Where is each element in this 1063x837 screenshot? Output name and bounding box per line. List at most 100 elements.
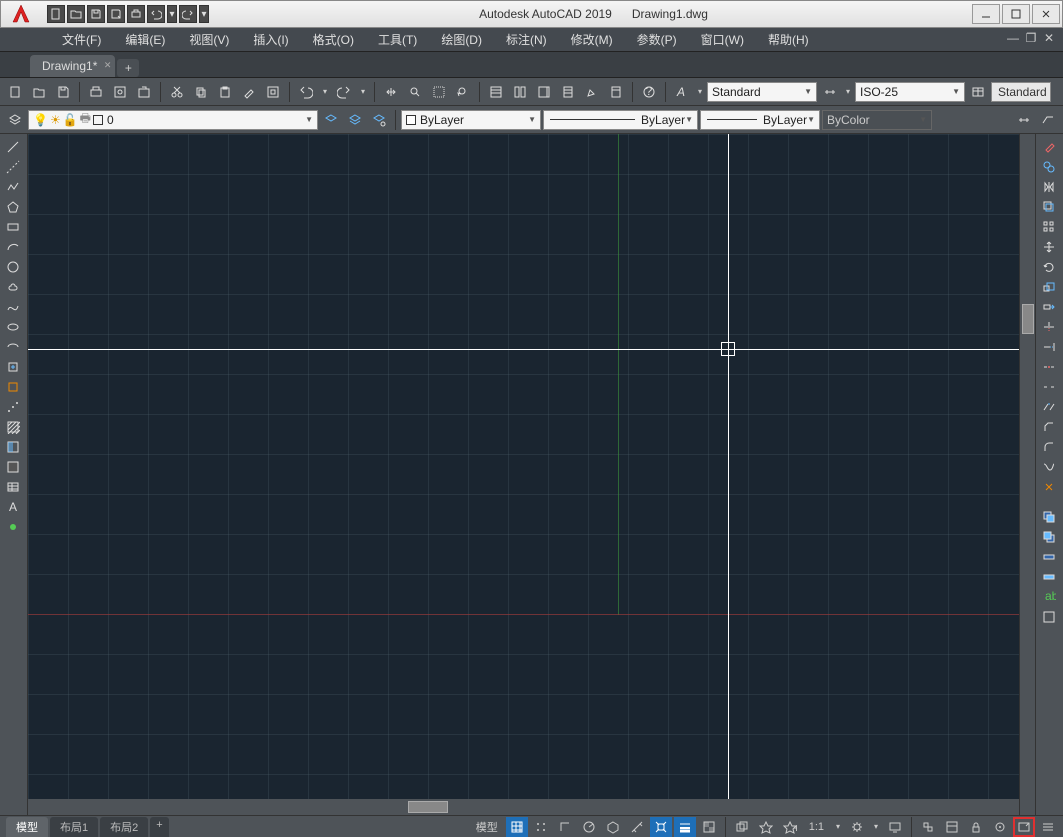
open-icon[interactable] — [28, 81, 50, 103]
plot-style-select[interactable]: ByColor ▼ — [822, 110, 932, 130]
minimize-button[interactable] — [972, 4, 1000, 24]
stretch-icon[interactable] — [1038, 298, 1060, 316]
dim-style-select[interactable]: ISO-25▼ — [855, 82, 965, 102]
close-button[interactable] — [1032, 4, 1060, 24]
fillet-icon[interactable] — [1038, 438, 1060, 456]
text-style-icon[interactable]: A — [671, 81, 693, 103]
quickcalc-icon[interactable] — [605, 81, 627, 103]
text-front-icon[interactable]: abc — [1038, 588, 1060, 606]
sheet-set-icon[interactable] — [557, 81, 579, 103]
menu-tools[interactable]: 工具(T) — [366, 28, 429, 52]
plot-icon[interactable] — [85, 81, 107, 103]
snap-toggle-icon[interactable] — [530, 817, 552, 837]
polygon-icon[interactable] — [2, 198, 24, 216]
annotation-monitor-icon[interactable] — [884, 817, 906, 837]
preview-icon[interactable] — [109, 81, 131, 103]
workspace-dropdown-icon[interactable]: ▾ — [870, 817, 882, 837]
region-icon[interactable] — [2, 458, 24, 476]
zoom-previous-icon[interactable] — [452, 81, 474, 103]
join-icon[interactable] — [1038, 398, 1060, 416]
erase-icon[interactable] — [1038, 138, 1060, 156]
annotation-toggle-icon[interactable] — [755, 817, 777, 837]
cycling-icon[interactable] — [731, 817, 753, 837]
arc-icon[interactable] — [2, 238, 24, 256]
polar-toggle-icon[interactable] — [578, 817, 600, 837]
osnap-toggle-icon[interactable] — [650, 817, 672, 837]
break-point-icon[interactable] — [1038, 358, 1060, 376]
doc-close-icon[interactable]: ✕ — [1041, 30, 1057, 46]
array-icon[interactable] — [1038, 218, 1060, 236]
polyline-icon[interactable] — [2, 178, 24, 196]
qat-saveas-icon[interactable] — [107, 5, 125, 23]
hatch-icon[interactable] — [2, 418, 24, 436]
doc-restore-icon[interactable]: ❐ — [1023, 30, 1039, 46]
properties-icon[interactable] — [485, 81, 507, 103]
quick-properties-icon[interactable] — [941, 817, 963, 837]
paste-icon[interactable] — [214, 81, 236, 103]
isodraft-icon[interactable] — [602, 817, 624, 837]
isolate-objects-icon[interactable] — [989, 817, 1011, 837]
new-icon[interactable] — [4, 81, 26, 103]
lineweight-select[interactable]: ByLayer ▼ — [700, 110, 820, 130]
qat-undo-dropdown-icon[interactable]: ▾ — [167, 5, 177, 23]
mtext-icon[interactable]: A — [2, 498, 24, 516]
copy-icon[interactable] — [190, 81, 212, 103]
ellipse-icon[interactable] — [2, 318, 24, 336]
app-logo[interactable] — [1, 1, 41, 27]
layer-manager-icon[interactable] — [4, 109, 26, 131]
blend-icon[interactable] — [1038, 458, 1060, 476]
circle-icon[interactable] — [2, 258, 24, 276]
ortho-toggle-icon[interactable] — [554, 817, 576, 837]
qat-new-icon[interactable] — [47, 5, 65, 23]
redo-icon[interactable] — [333, 81, 355, 103]
insert-block-icon[interactable] — [2, 358, 24, 376]
menu-modify[interactable]: 修改(M) — [559, 28, 625, 52]
gradient-icon[interactable] — [2, 438, 24, 456]
qat-print-icon[interactable] — [127, 5, 145, 23]
match-prop-icon[interactable] — [238, 81, 260, 103]
layer-isolate-icon[interactable] — [368, 109, 390, 131]
layer-previous-icon[interactable] — [320, 109, 342, 131]
explode-icon[interactable] — [1038, 478, 1060, 496]
point-icon[interactable] — [2, 398, 24, 416]
send-back-icon[interactable] — [1038, 568, 1060, 586]
menu-window[interactable]: 窗口(W) — [689, 28, 756, 52]
menu-view[interactable]: 视图(V) — [177, 28, 241, 52]
layer-states-icon[interactable] — [344, 109, 366, 131]
pan-icon[interactable] — [380, 81, 402, 103]
menu-file[interactable]: 文件(F) — [50, 28, 113, 52]
text-style-dropdown-icon[interactable]: ▾ — [695, 81, 705, 103]
ellipse-arc-icon[interactable] — [2, 338, 24, 356]
dim-dropdown-icon[interactable]: ▾ — [843, 81, 853, 103]
line-icon[interactable] — [2, 138, 24, 156]
layer-select[interactable]: 💡 ☀ 🔓 🖶 0 ▼ — [28, 110, 318, 130]
copy-modify-icon[interactable] — [1038, 158, 1060, 176]
trim-icon[interactable] — [1038, 318, 1060, 336]
file-tab-drawing1[interactable]: Drawing1* ✕ — [30, 55, 115, 77]
block-editor-icon[interactable] — [262, 81, 284, 103]
grid-toggle-icon[interactable] — [506, 817, 528, 837]
qat-redo-dropdown-icon[interactable]: ▾ — [199, 5, 209, 23]
clean-screen-icon[interactable] — [1013, 817, 1035, 837]
markup-icon[interactable] — [581, 81, 603, 103]
draworder-icon[interactable] — [1038, 508, 1060, 526]
rotate-icon[interactable] — [1038, 258, 1060, 276]
menu-edit[interactable]: 编辑(E) — [113, 28, 177, 52]
transparency-icon[interactable] — [698, 817, 720, 837]
quick-leader-icon[interactable] — [1037, 109, 1059, 131]
qat-undo-icon[interactable] — [147, 5, 165, 23]
revision-cloud-icon[interactable] — [2, 278, 24, 296]
undo-dropdown-icon[interactable]: ▾ — [319, 81, 331, 103]
otrack-toggle-icon[interactable] — [626, 817, 648, 837]
horizontal-scrollbar[interactable] — [28, 799, 1019, 815]
table-icon[interactable] — [967, 81, 989, 103]
qat-open-icon[interactable] — [67, 5, 85, 23]
construction-line-icon[interactable] — [2, 158, 24, 176]
menu-insert[interactable]: 插入(I) — [241, 28, 300, 52]
annotation-scale-icon[interactable]: + — [779, 817, 801, 837]
save-icon[interactable] — [52, 81, 74, 103]
design-center-icon[interactable] — [509, 81, 531, 103]
close-tab-icon[interactable]: ✕ — [104, 60, 112, 71]
lock-ui-icon[interactable] — [965, 817, 987, 837]
publish-icon[interactable] — [133, 81, 155, 103]
